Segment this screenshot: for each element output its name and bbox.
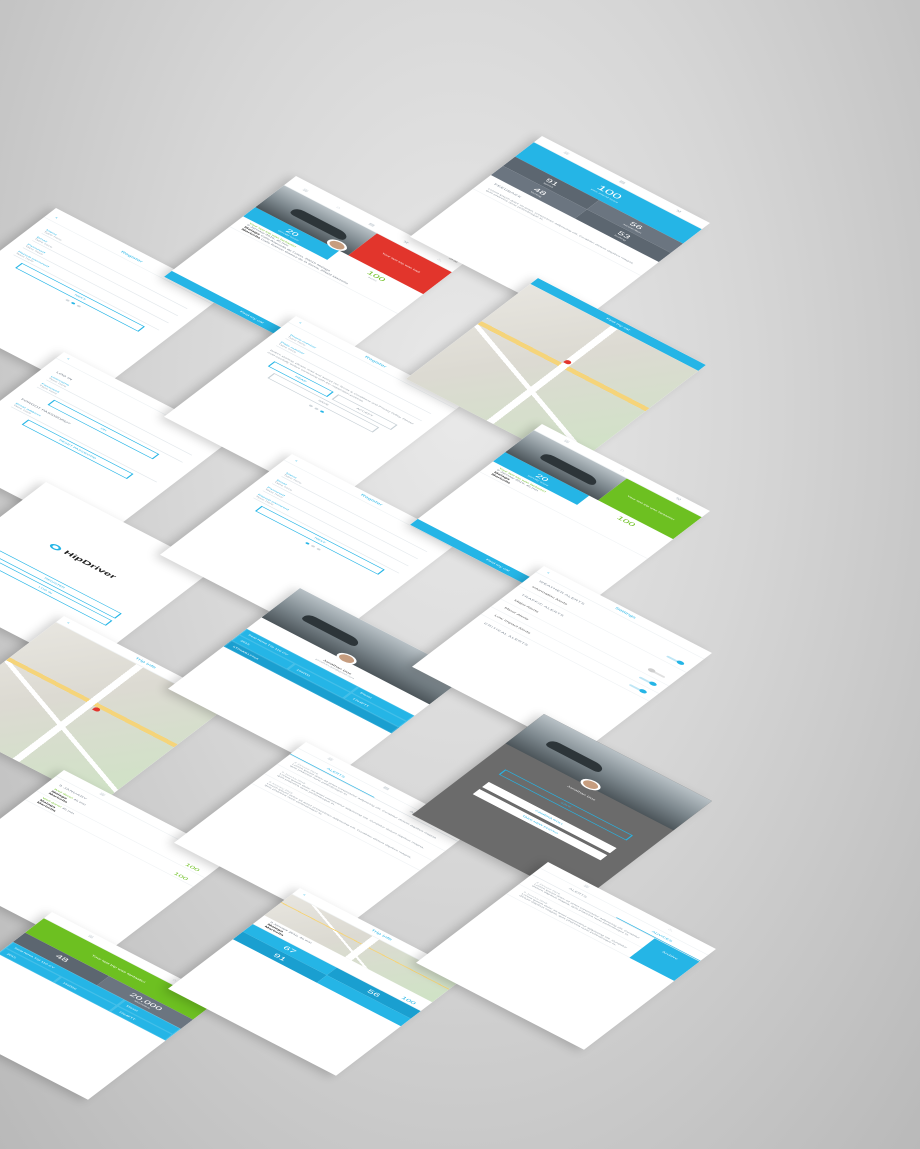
- register-button[interactable]: REGISTER: [0, 547, 122, 619]
- mockup-stage: 10:00 ‹ Register × Name Type here Email …: [0, 0, 920, 1149]
- menu-icon[interactable]: ☰: [562, 439, 570, 444]
- toggle-knob: [638, 688, 649, 695]
- pager-dot: [309, 544, 315, 548]
- advices-screen: ☰ ♨ ALERTS ADVICES 9 January 2016 Lorem ip…: [416, 862, 716, 1050]
- pager-dot-active: [304, 541, 310, 545]
- home-icon[interactable]: ⌂: [619, 468, 626, 472]
- menu-icon[interactable]: ☰: [98, 792, 106, 797]
- pager-dot: [315, 547, 321, 551]
- calendar-icon[interactable]: ▤: [618, 180, 627, 185]
- email-field[interactable]: Type here: [271, 480, 422, 560]
- wrench-icon[interactable]: ⚒: [674, 497, 682, 502]
- toggle-knob: [646, 667, 657, 674]
- menu-icon[interactable]: ☰: [301, 188, 309, 193]
- back-icon[interactable]: ‹: [293, 459, 299, 463]
- pager-dot: [75, 304, 81, 308]
- bell-icon[interactable]: ♨: [435, 258, 443, 263]
- menu-icon[interactable]: ☰: [326, 757, 334, 762]
- trip-info-detail-screen: ‹ Trip info 9 January 2016, 45 min Malaga M…: [168, 888, 468, 1076]
- calendar-icon[interactable]: ▤: [367, 222, 376, 227]
- logo-icon: [48, 542, 64, 552]
- back-icon[interactable]: ‹: [301, 893, 307, 897]
- calendar-icon[interactable]: ▤: [382, 786, 391, 791]
- car-icon: [544, 739, 606, 774]
- pager-dot-active: [319, 409, 325, 413]
- pager-dot: [64, 298, 70, 302]
- register-screen-step1: 10:00 ‹ Register × Name Type here Email …: [0, 208, 224, 396]
- toggle-knob: [675, 659, 686, 666]
- back-icon[interactable]: ‹: [53, 216, 59, 220]
- back-icon[interactable]: ‹: [545, 571, 551, 575]
- car-icon: [300, 613, 362, 648]
- back-icon[interactable]: ‹: [65, 357, 71, 361]
- back-icon[interactable]: ‹: [65, 621, 71, 625]
- email-field[interactable]: Type here: [32, 237, 182, 317]
- take-photo-button[interactable]: TAKE NEW PHOTO: [472, 789, 608, 861]
- pager-dot-active: [70, 301, 76, 305]
- pager-dot: [313, 406, 319, 410]
- pager-dot: [307, 404, 313, 408]
- route-pin[interactable]: [92, 706, 102, 713]
- home-icon[interactable]: ⌂: [335, 206, 342, 210]
- menu-icon[interactable]: ☰: [86, 934, 94, 939]
- trip-info-map-screen: ‹ Trip info: [0, 616, 232, 804]
- toggle-knob: [647, 680, 658, 687]
- wrench-icon[interactable]: ⚒: [674, 209, 682, 214]
- menu-icon[interactable]: ☰: [582, 884, 590, 889]
- menu-icon[interactable]: ☰: [562, 151, 570, 156]
- wrench-icon[interactable]: ⚒: [401, 240, 409, 245]
- back-icon[interactable]: ‹: [297, 321, 303, 325]
- bell-icon[interactable]: ♨: [666, 928, 674, 933]
- app-logo: HipDriver: [0, 516, 170, 608]
- car-location-pin[interactable]: [563, 359, 573, 366]
